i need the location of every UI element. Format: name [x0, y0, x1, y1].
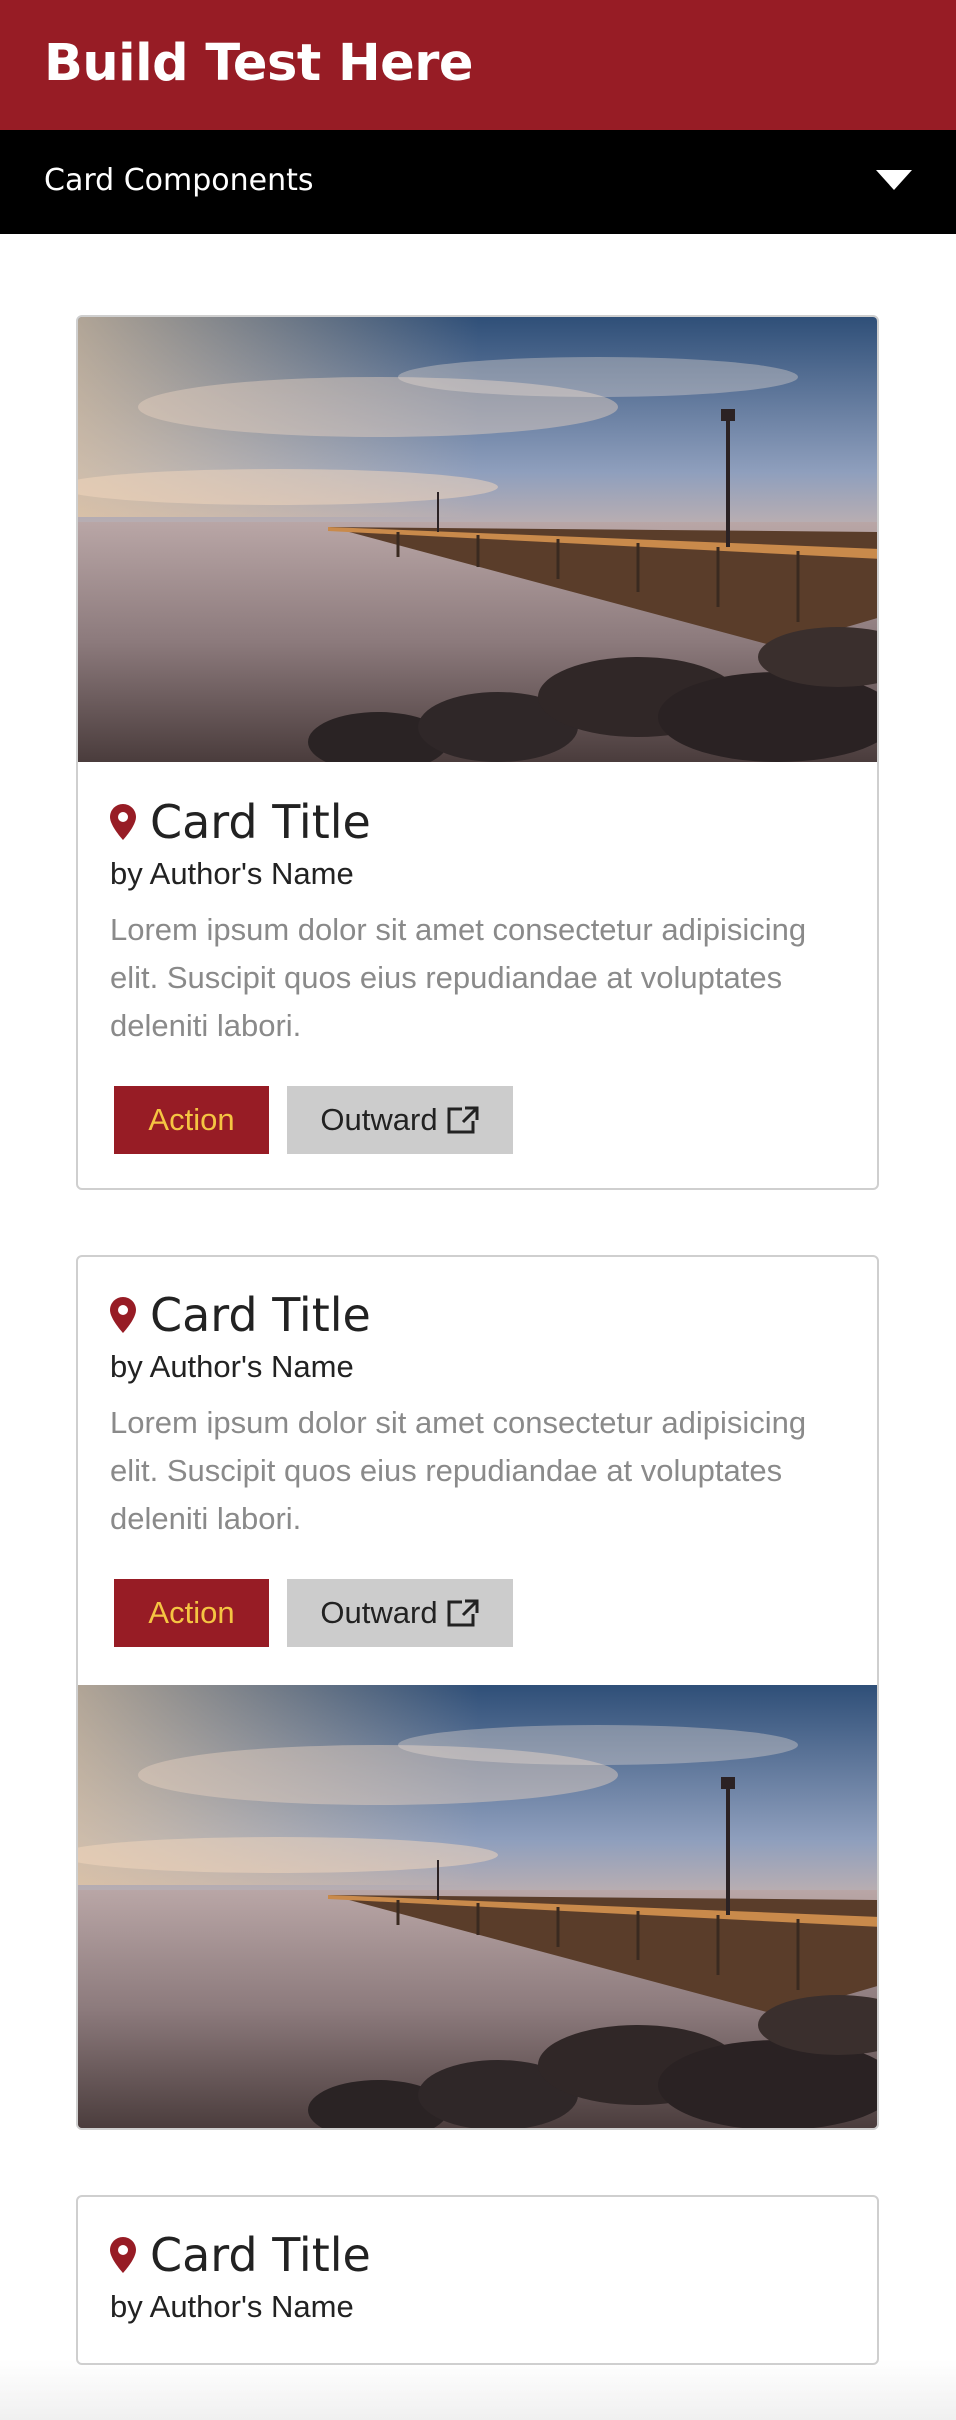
card-image-bottom: Card Title by Author's Name Lorem ipsum …	[76, 1255, 879, 2130]
card-body: Card Title by Author's Name Lorem ipsum …	[78, 762, 877, 1154]
card-author: by Author's Name	[110, 2289, 354, 2324]
action-button[interactable]: Action	[114, 1086, 269, 1154]
card-text: Lorem ipsum dolor sit amet consectetur a…	[110, 1405, 807, 1536]
card-author: by Author's Name	[110, 856, 354, 891]
card-image-top: Card Title by Author's Name Lorem ipsum …	[76, 315, 879, 1190]
action-button[interactable]: Action	[114, 1579, 269, 1647]
component-dropdown[interactable]: Card Components	[0, 130, 956, 234]
outward-button-label: Outward	[320, 1102, 438, 1137]
external-link-icon	[447, 1106, 479, 1134]
chevron-down-icon[interactable]	[876, 170, 912, 190]
card-title: Card Title	[150, 795, 371, 849]
outward-button-label: Outward	[320, 1595, 438, 1630]
card-text: Lorem ipsum dolor sit amet consectetur a…	[110, 912, 807, 1043]
external-link-icon	[447, 1599, 479, 1627]
card-body: Card Title by Author's Name Lorem ipsum …	[78, 1257, 877, 1687]
outward-button[interactable]: Outward	[287, 1579, 513, 1647]
app-header: Build Test Here	[0, 0, 956, 130]
card-image	[78, 317, 877, 762]
map-pin-icon	[110, 2237, 136, 2273]
outward-button[interactable]: Outward	[287, 1086, 513, 1154]
card-title: Card Title	[150, 1288, 371, 1342]
card-compact: Card Title by Author's Name	[76, 2195, 879, 2365]
card-body: Card Title by Author's Name	[78, 2197, 877, 2325]
card-title: Card Title	[150, 2228, 371, 2282]
dropdown-label: Card Components	[44, 163, 314, 198]
map-pin-icon	[110, 804, 136, 840]
app-title: Build Test Here	[44, 34, 474, 93]
card-author: by Author's Name	[110, 1349, 354, 1384]
map-pin-icon	[110, 1297, 136, 1333]
card-image	[78, 1685, 877, 2128]
